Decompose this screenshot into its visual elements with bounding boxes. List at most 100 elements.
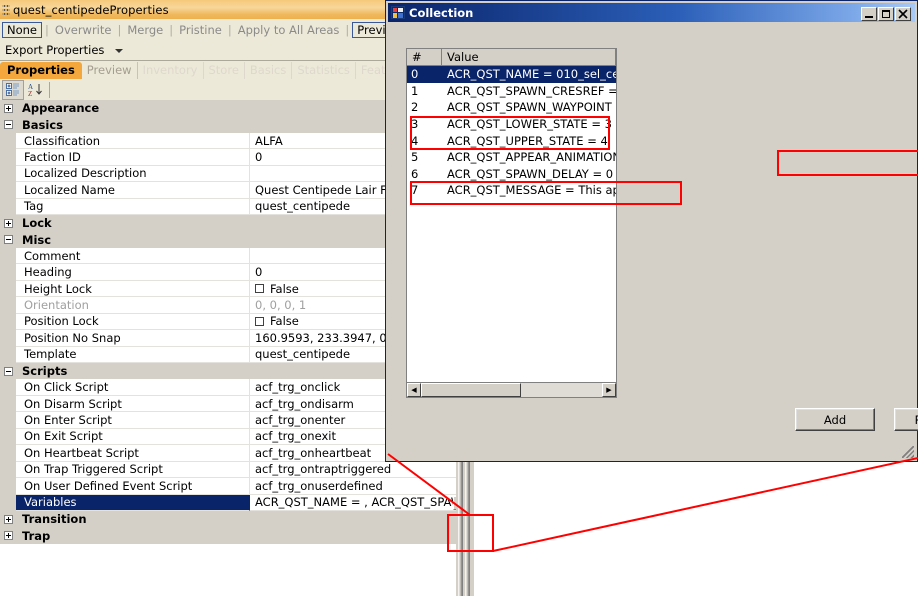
category-expander[interactable] bbox=[0, 510, 16, 528]
collection-list-item[interactable]: 2 ACR_QST_SPAWN_WAYPOINT = bbox=[407, 99, 616, 116]
category-label: Trap bbox=[22, 528, 51, 543]
toolbar-apply-all-areas-button[interactable]: Apply to All Areas bbox=[233, 22, 345, 38]
plus-icon[interactable] bbox=[3, 103, 13, 113]
minus-icon[interactable] bbox=[3, 366, 13, 376]
column-header-index[interactable]: # bbox=[407, 49, 442, 65]
tab-preview[interactable]: Preview bbox=[82, 62, 138, 79]
property-grid-empty-area bbox=[0, 563, 474, 596]
scrollbar-track[interactable] bbox=[521, 383, 602, 397]
property-value[interactable]: acf_trg_ontraptriggered bbox=[250, 462, 474, 479]
row-gutter bbox=[0, 395, 16, 413]
row-gutter bbox=[0, 428, 16, 446]
collection-list-hscrollbar[interactable]: ◀ ▶ bbox=[406, 382, 617, 398]
row-gutter bbox=[0, 247, 16, 265]
alphabetical-sort-icon[interactable]: A Z bbox=[26, 81, 46, 99]
toolbar-none-button[interactable]: None bbox=[2, 21, 43, 38]
property-name: On Click Script bbox=[16, 379, 250, 396]
collection-list[interactable]: # Value 0 ACR_QST_NAME = 010_sel_centip 1 A… bbox=[406, 48, 617, 393]
toolbar-separator: | bbox=[345, 22, 350, 37]
column-header-value[interactable]: Value bbox=[442, 49, 616, 65]
row-gutter bbox=[0, 494, 16, 511]
row-gutter bbox=[0, 149, 16, 166]
plus-icon[interactable] bbox=[3, 514, 13, 524]
tab-statistics[interactable]: Statistics bbox=[292, 62, 356, 79]
maximize-icon[interactable] bbox=[878, 7, 894, 21]
scrollbar-thumb[interactable] bbox=[421, 383, 521, 397]
property-value-text: acf_trg_ontraptriggered bbox=[255, 462, 392, 477]
scroll-right-icon[interactable]: ▶ bbox=[602, 383, 616, 397]
collection-list-item[interactable]: 5 ACR_QST_APPEAR_ANIMATION bbox=[407, 149, 616, 166]
property-value-text: 0, 0, 0, 1 bbox=[255, 297, 307, 312]
tab-store[interactable]: Store bbox=[204, 62, 245, 79]
property-name: Position Lock bbox=[16, 313, 250, 331]
toolbar-divider bbox=[49, 81, 50, 98]
property-value-text: 160.9593, 233.3947, 0.85 bbox=[255, 330, 405, 345]
property-name: On User Defined Event Script bbox=[16, 478, 250, 495]
properties-window-title: quest_centipedeProperties bbox=[13, 2, 169, 17]
chevron-down-icon[interactable] bbox=[115, 49, 124, 53]
property-value[interactable]: acf_trg_onuserdefined bbox=[250, 478, 474, 495]
toolbar-pristine-button[interactable]: Pristine bbox=[174, 22, 227, 38]
svg-text:Z: Z bbox=[28, 90, 32, 97]
collection-list-item[interactable]: 3 ACR_QST_LOWER_STATE = 3 bbox=[407, 116, 616, 133]
category-expander[interactable] bbox=[0, 527, 16, 544]
category-expander[interactable] bbox=[0, 100, 16, 117]
scroll-left-icon[interactable]: ◀ bbox=[407, 383, 421, 397]
tab-properties[interactable]: Properties bbox=[0, 62, 82, 79]
tab-inventory[interactable]: Inventory bbox=[138, 62, 204, 79]
item-value: ACR_QST_SPAWN_DELAY = 0 bbox=[447, 166, 614, 181]
property-category-transition[interactable]: Transition bbox=[0, 510, 474, 528]
drag-grip-icon[interactable] bbox=[2, 2, 10, 17]
property-row[interactable]: On Trap Triggered Script acf_trg_ontraptr… bbox=[0, 461, 474, 479]
row-gutter bbox=[0, 132, 16, 150]
row-gutter bbox=[0, 264, 16, 281]
category-expander[interactable] bbox=[0, 231, 16, 248]
categorized-view-icon[interactable] bbox=[2, 79, 24, 100]
collection-list-item[interactable]: 0 ACR_QST_NAME = 010_sel_centip bbox=[407, 66, 616, 83]
row-gutter bbox=[0, 379, 16, 396]
add-button[interactable]: Add bbox=[795, 408, 875, 431]
category-label: Transition bbox=[22, 512, 87, 527]
tab-basics[interactable]: Basics bbox=[245, 62, 293, 79]
property-name: On Trap Triggered Script bbox=[16, 461, 250, 479]
remove-button[interactable]: Remove bbox=[894, 408, 918, 431]
category-label: Scripts bbox=[22, 364, 68, 379]
collection-titlebar[interactable]: Collection bbox=[388, 3, 915, 22]
collection-list-item[interactable]: 4 ACR_QST_UPPER_STATE = 4 bbox=[407, 132, 616, 149]
category-expander[interactable] bbox=[0, 116, 16, 133]
toolbar-overwrite-button[interactable]: Overwrite bbox=[50, 22, 117, 38]
property-value[interactable]: ACR_QST_NAME = , ACR_QST_SPAWN_CR bbox=[250, 495, 474, 511]
export-properties-menu[interactable]: Export Properties bbox=[0, 42, 109, 58]
item-index: 6 bbox=[411, 166, 419, 181]
collection-list-item[interactable]: 7 ACR_QST_MESSAGE = This appe bbox=[407, 182, 616, 199]
property-name: On Disarm Script bbox=[16, 395, 250, 413]
minus-icon[interactable] bbox=[3, 120, 13, 130]
checkbox[interactable] bbox=[255, 316, 264, 326]
pane-splitter[interactable] bbox=[456, 455, 474, 596]
property-name: Comment bbox=[16, 247, 250, 265]
property-row[interactable]: On User Defined Event Script acf_trg_onus… bbox=[0, 478, 474, 495]
property-row[interactable]: Variables ACR_QST_NAME = , ACR_QST_SPAWN_… bbox=[0, 494, 474, 511]
plus-icon[interactable] bbox=[3, 531, 13, 541]
collection-list-item[interactable]: 1 ACR_QST_SPAWN_CRESREF = bbox=[407, 83, 616, 100]
collection-list-item[interactable]: 6 ACR_QST_SPAWN_DELAY = 0 bbox=[407, 166, 616, 183]
minimize-icon[interactable] bbox=[861, 7, 877, 21]
category-expander[interactable] bbox=[0, 215, 16, 232]
property-value-text: quest_centipede bbox=[255, 347, 351, 362]
property-value-text: False bbox=[270, 314, 299, 329]
collection-list-rows: 0 ACR_QST_NAME = 010_sel_centip 1 ACR_QST_S… bbox=[407, 66, 616, 199]
close-icon[interactable] bbox=[895, 7, 911, 21]
checkbox[interactable] bbox=[255, 284, 264, 294]
property-value-text: 0 bbox=[255, 265, 263, 280]
category-expander[interactable] bbox=[0, 363, 16, 380]
plus-icon[interactable] bbox=[3, 218, 13, 228]
collection-dialog: Collection # Value 0 ACR_QST_NAME = 010_s… bbox=[385, 0, 918, 462]
minus-icon[interactable] bbox=[3, 235, 13, 245]
property-category-trap[interactable]: Trap bbox=[0, 527, 474, 544]
property-name: Faction ID bbox=[16, 149, 250, 166]
item-index: 7 bbox=[411, 183, 419, 198]
toolbar-merge-button[interactable]: Merge bbox=[122, 22, 168, 38]
resize-grip-icon[interactable] bbox=[902, 446, 914, 458]
row-gutter bbox=[0, 198, 16, 216]
property-value-text: False bbox=[270, 281, 299, 296]
